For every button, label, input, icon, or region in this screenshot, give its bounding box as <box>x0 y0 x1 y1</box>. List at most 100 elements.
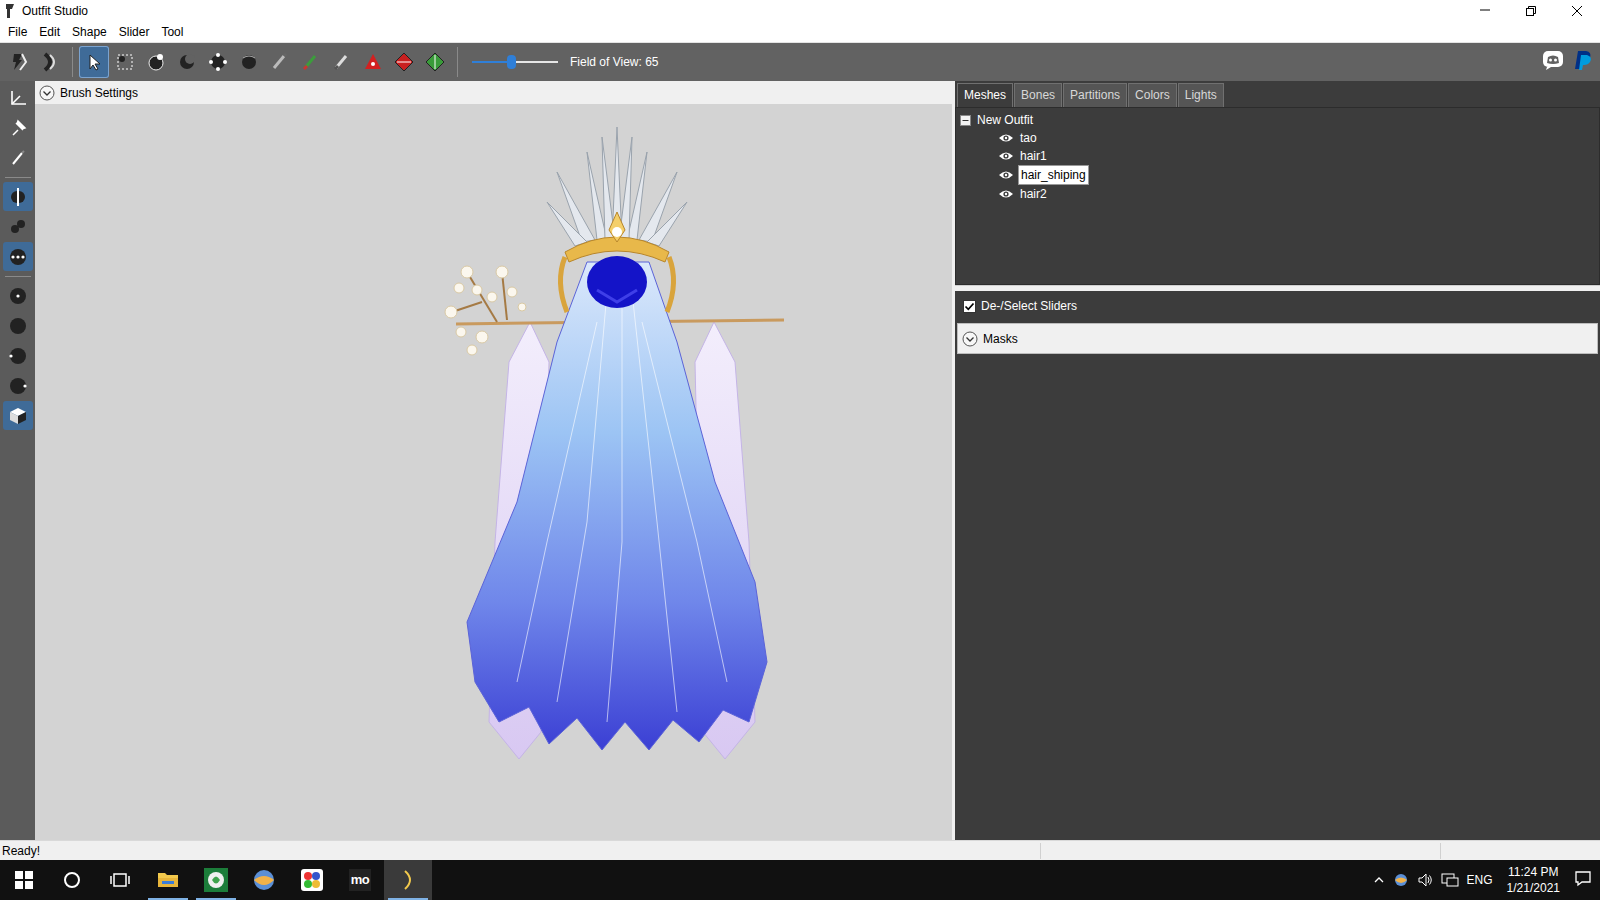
collapse-vertex-icon <box>362 51 384 73</box>
weight-brush-icon <box>300 51 322 73</box>
render-canvas[interactable] <box>35 104 952 840</box>
right-panel: MeshesBonesPartitionsColorsLights New Ou… <box>955 81 1600 840</box>
menu-item[interactable]: Slider <box>113 23 156 41</box>
flip-edge-icon <box>393 51 415 73</box>
paypal-icon <box>1572 49 1594 71</box>
side-tool-button[interactable] <box>3 83 33 112</box>
select-sliders-checkbox[interactable] <box>963 300 976 313</box>
tool-button[interactable] <box>141 46 171 78</box>
tool-button[interactable] <box>203 46 233 78</box>
title-bar: Outfit Studio <box>0 0 1600 22</box>
tool-button[interactable] <box>296 46 326 78</box>
model-render <box>437 122 797 762</box>
select-sliders-label: De-/Select Sliders <box>981 297 1077 315</box>
panel-tab[interactable]: Colors <box>1128 83 1177 107</box>
tree-item[interactable]: hair2 <box>960 185 1595 203</box>
clock[interactable]: 11:24 PM1/21/2021 <box>1501 864 1566 896</box>
panel-tabs: MeshesBonesPartitionsColorsLights <box>955 81 1600 107</box>
tool-button[interactable] <box>172 46 202 78</box>
tool-button[interactable] <box>234 46 264 78</box>
brush-icon <box>269 51 291 73</box>
smooth-icon <box>238 51 260 73</box>
fov-slider-fill <box>472 61 511 63</box>
fov-label: Field of View: 65 <box>570 53 659 71</box>
side-tool-button[interactable] <box>3 212 33 241</box>
menu-item[interactable]: File <box>2 23 33 41</box>
tool-button[interactable] <box>389 46 419 78</box>
restore-button[interactable] <box>1508 0 1554 22</box>
vertex-select-icon <box>7 147 29 169</box>
paypal-button[interactable] <box>1572 49 1594 76</box>
status-text: Ready! <box>0 842 1040 860</box>
tree-item[interactable]: hair1 <box>960 147 1595 165</box>
mesh-label[interactable]: hair1 <box>1018 147 1049 165</box>
paint-app-icon <box>300 868 324 892</box>
side-tool-button[interactable] <box>3 371 33 400</box>
close-button[interactable] <box>1554 0 1600 22</box>
running-indicator <box>148 898 188 900</box>
tool-button[interactable] <box>358 46 388 78</box>
panel-tab[interactable]: Meshes <box>957 83 1013 107</box>
menu-item[interactable]: Tool <box>155 23 189 41</box>
minimize-button[interactable] <box>1462 0 1508 22</box>
eye-icon[interactable] <box>998 150 1014 162</box>
side-tool-button[interactable] <box>3 311 33 340</box>
masks-header[interactable]: Masks <box>957 323 1598 354</box>
deflate-icon <box>176 51 198 73</box>
panel-tab[interactable]: Partitions <box>1063 83 1127 107</box>
taskbar-app[interactable] <box>240 860 288 900</box>
search-button[interactable] <box>48 860 96 900</box>
eye-icon[interactable] <box>998 169 1014 181</box>
minimize-icon <box>1478 4 1492 18</box>
notifications-button[interactable] <box>1574 869 1592 892</box>
tree-root[interactable]: New Outfit <box>960 111 1595 129</box>
green-app-icon <box>204 868 228 892</box>
tool-button[interactable] <box>79 46 109 78</box>
taskbar-app[interactable] <box>144 860 192 900</box>
tool-button[interactable] <box>420 46 450 78</box>
chevron-icon <box>39 85 55 101</box>
side-tool-button[interactable] <box>3 341 33 370</box>
tool-button[interactable] <box>4 46 34 78</box>
taskbar-app[interactable] <box>384 860 432 900</box>
tool-button[interactable] <box>265 46 295 78</box>
taskbar-app[interactable] <box>288 860 336 900</box>
tool-button[interactable] <box>35 46 65 78</box>
mesh-label[interactable]: hair2 <box>1018 185 1049 203</box>
tool-button[interactable] <box>110 46 140 78</box>
mesh-label[interactable]: tao <box>1018 129 1039 147</box>
taskbar-app[interactable] <box>192 860 240 900</box>
tool-button[interactable] <box>327 46 357 78</box>
fov-slider[interactable] <box>472 52 558 72</box>
expander-icon[interactable] <box>960 115 971 126</box>
running-indicator <box>196 898 236 900</box>
tree-item[interactable]: tao <box>960 129 1595 147</box>
mesh-label[interactable]: hair_shiping <box>1018 165 1089 185</box>
points-icon <box>7 246 29 268</box>
tree-item[interactable]: hair_shiping <box>960 165 1595 185</box>
discord-button[interactable] <box>1542 49 1564 76</box>
outfit-studio-window: Outfit Studio FileEditShapeSliderTool Fi… <box>0 0 1600 900</box>
side-tool-button[interactable] <box>3 242 33 271</box>
brush-settings-header[interactable]: Brush Settings <box>35 81 952 104</box>
side-tool-button[interactable] <box>3 143 33 172</box>
task-view-button[interactable] <box>96 860 144 900</box>
menu-item[interactable]: Shape <box>66 23 113 41</box>
folder-icon <box>156 868 180 892</box>
side-tool-button[interactable] <box>3 401 33 430</box>
fov-slider-thumb[interactable] <box>507 55 516 69</box>
side-tool-button[interactable] <box>3 182 33 211</box>
language-indicator[interactable]: ENG <box>1467 871 1493 889</box>
brush-left-icon <box>7 345 29 367</box>
menu-item[interactable]: Edit <box>33 23 66 41</box>
panel-tab[interactable]: Lights <box>1178 83 1224 107</box>
taskbar-app[interactable]: mo <box>336 860 384 900</box>
eye-icon[interactable] <box>998 188 1014 200</box>
side-tool-button[interactable] <box>3 113 33 142</box>
panel-tab[interactable]: Bones <box>1014 83 1062 107</box>
eye-icon[interactable] <box>998 132 1014 144</box>
volume-icon <box>1417 872 1433 888</box>
start-button[interactable] <box>0 860 48 900</box>
side-tool-button[interactable] <box>3 281 33 310</box>
select-sliders-row[interactable]: De-/Select Sliders <box>957 295 1598 317</box>
